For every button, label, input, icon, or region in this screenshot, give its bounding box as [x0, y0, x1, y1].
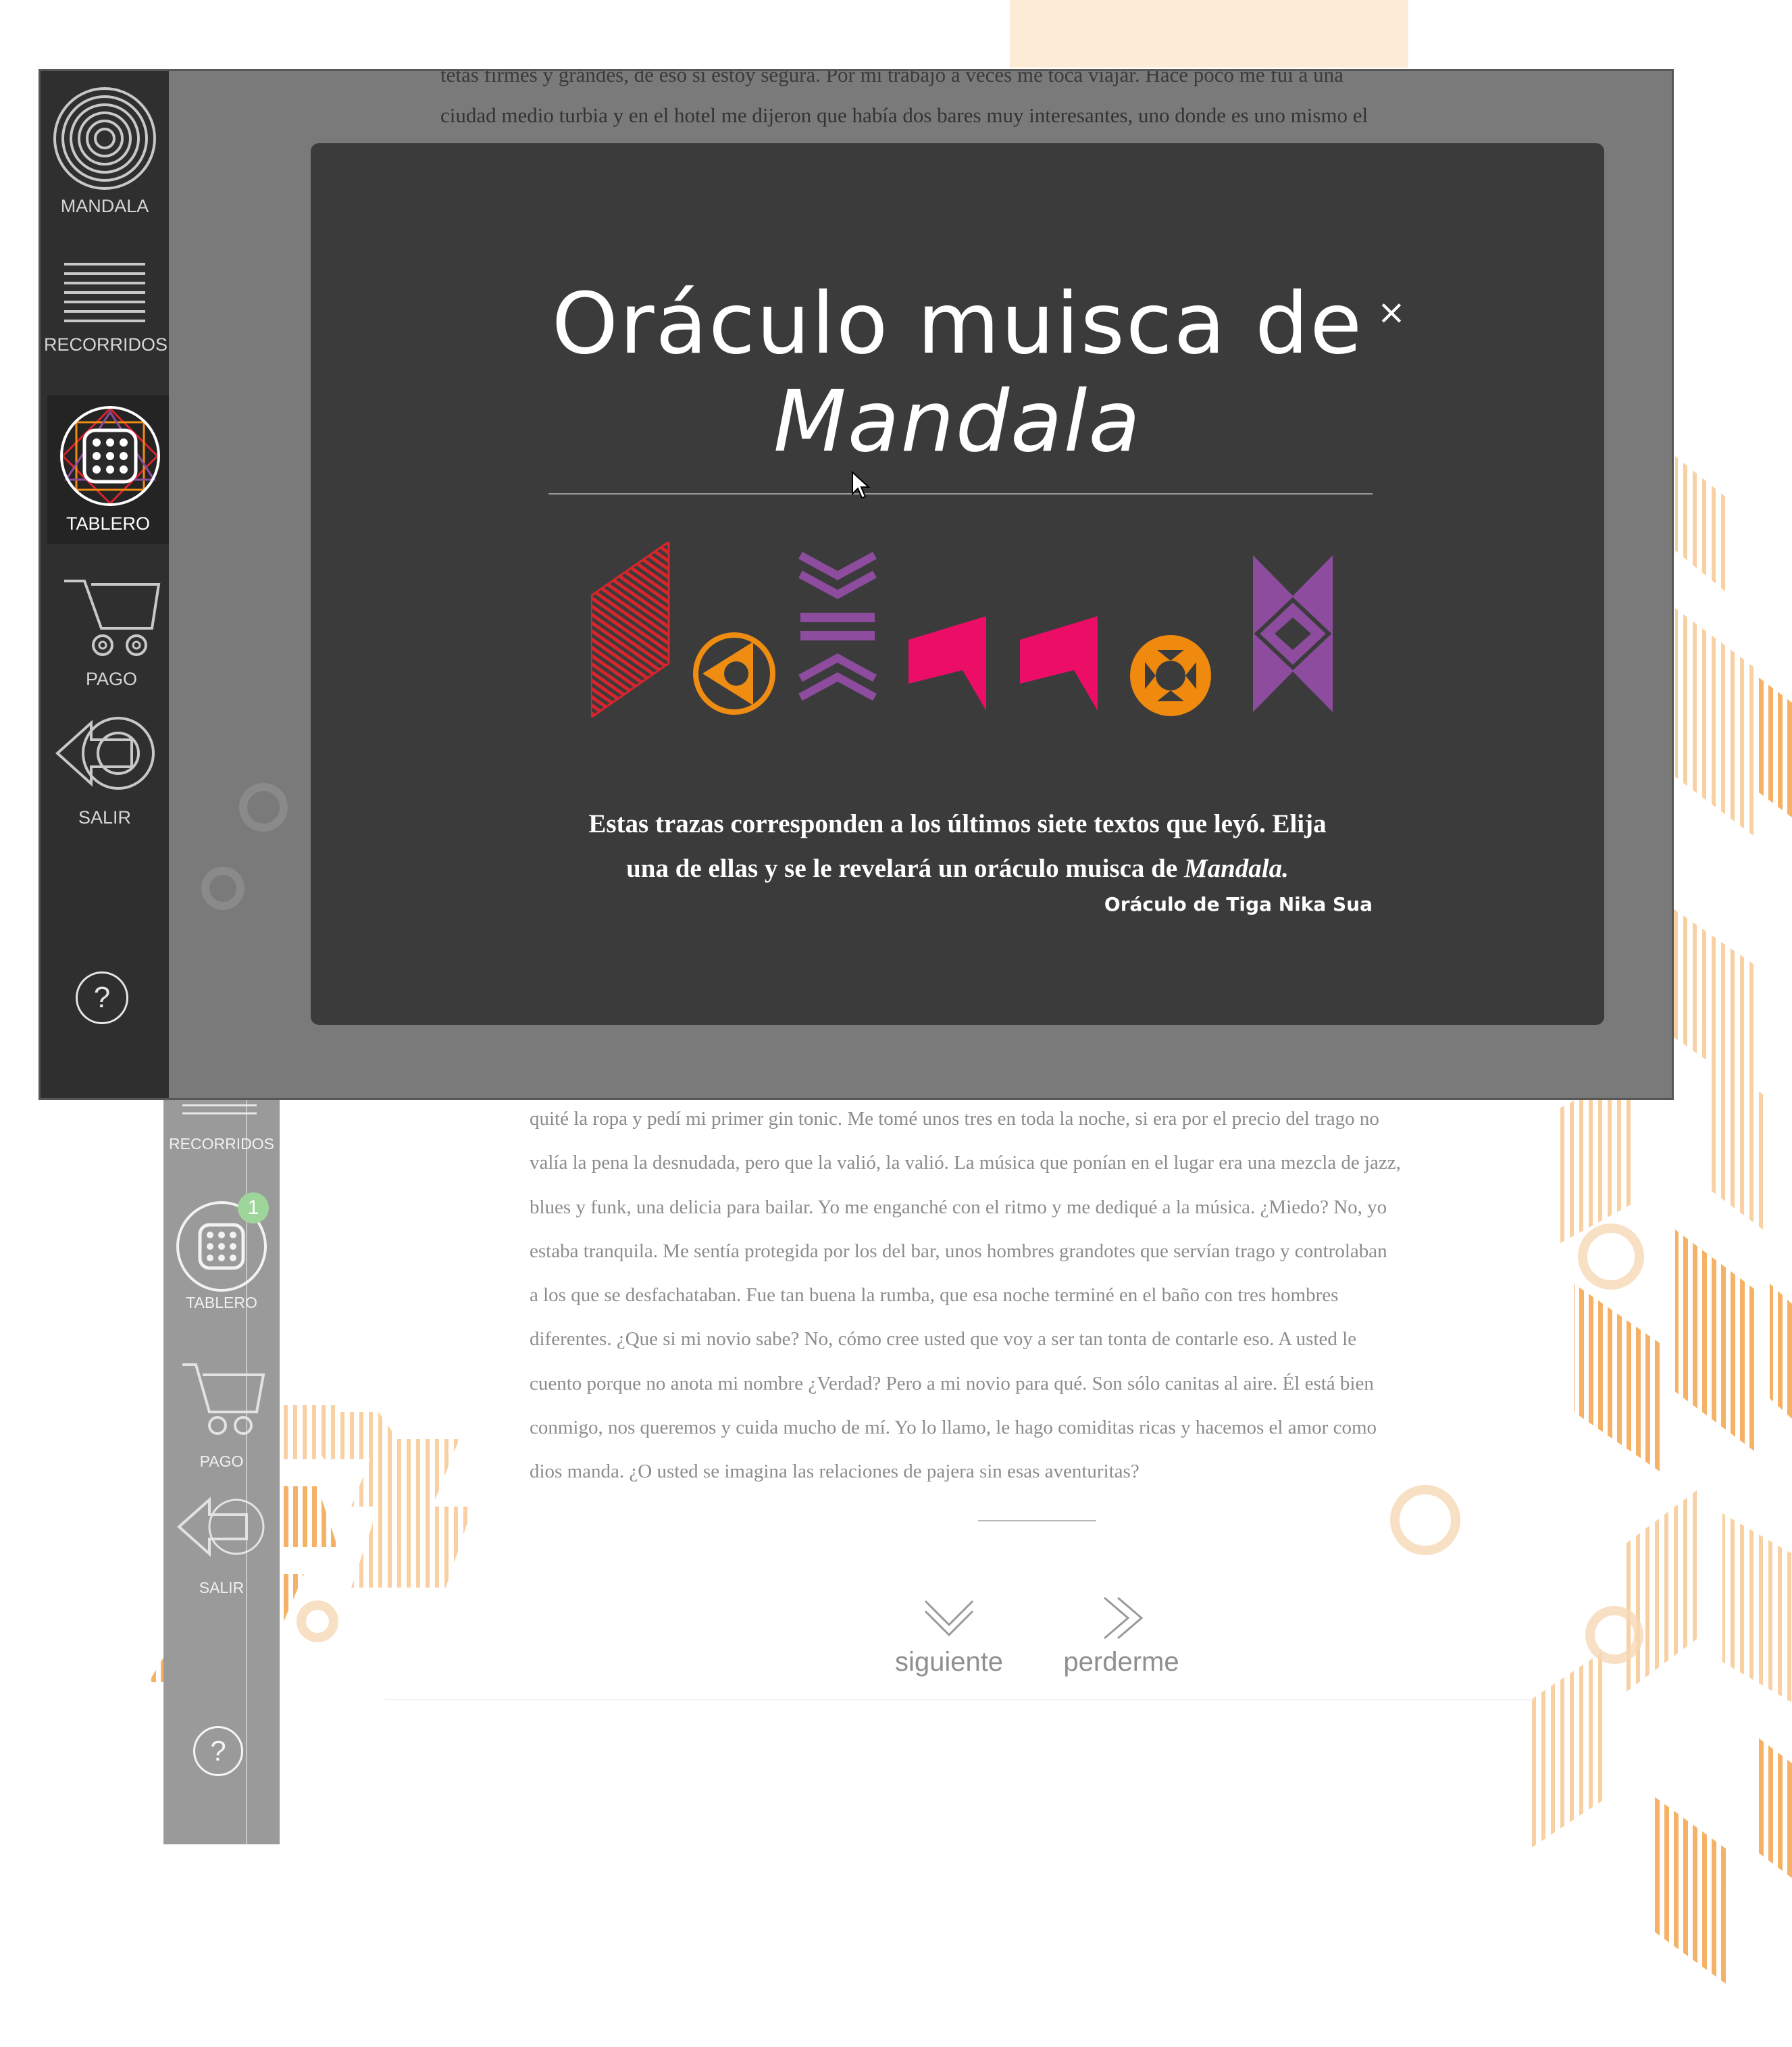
reader-screen: tetas firmes y grandes, de eso sí estoy …: [41, 71, 1672, 1098]
modal-title: Oráculo muisca de Mandala: [311, 275, 1604, 471]
trace-orange-disc[interactable]: [1130, 635, 1211, 716]
close-icon[interactable]: ×: [1375, 295, 1408, 329]
modal-description-line2: una de ellas y se le revelará un oráculo…: [513, 846, 1402, 891]
background-exit-icon[interactable]: [172, 1486, 274, 1567]
recorridos-lines-icon: [64, 263, 145, 322]
sidebar-item-tablero[interactable]: TABLERO: [51, 402, 165, 544]
sidebar-item-pago[interactable]: PAGO: [47, 567, 169, 703]
sidebar-item-label: PAGO: [85, 669, 138, 689]
decorative-faded-circles: [201, 783, 288, 910]
tablero-grid-icon: [60, 406, 160, 506]
article-line: estaba tranquila. Me sentía protegida po…: [530, 1240, 1387, 1262]
oracle-traces: [591, 542, 1333, 717]
modal-description: Estas trazas corresponden a los últimos …: [513, 802, 1402, 891]
background-pago-label[interactable]: PAGO: [163, 1452, 280, 1471]
cart-icon: [64, 580, 161, 656]
chevron-down-icon: [924, 1600, 974, 1637]
background-tablero-label[interactable]: TABLERO: [163, 1294, 280, 1312]
background-recorridos-label[interactable]: RECORRIDOS: [163, 1135, 280, 1153]
sidebar-item-recorridos[interactable]: RECORRIDOS: [44, 260, 168, 375]
sidebar-item-mandala[interactable]: MANDALA: [47, 84, 162, 226]
sidebar-item-label: TABLERO: [66, 513, 151, 534]
sidebar-item-label: SALIR: [78, 807, 132, 828]
background-cart-icon[interactable]: [176, 1351, 270, 1439]
oracle-modal: Oráculo muisca de Mandala × Estas trazas…: [311, 143, 1604, 1025]
trace-pink-bowtie-left[interactable]: [908, 616, 986, 711]
trace-orange-circle-triangle[interactable]: [693, 632, 775, 715]
trace-red-parallelogram[interactable]: [591, 542, 670, 717]
article-line: cuento porque no anota mi nombre ¿Verdad…: [530, 1372, 1374, 1394]
trace-purple-diamond-panel[interactable]: [1253, 555, 1333, 712]
article-line: blues y funk, una delicia para bailar. Y…: [530, 1196, 1387, 1218]
mandala-spiral-icon: [53, 87, 156, 190]
footer-rule: [385, 1699, 1533, 1700]
article-line: dios manda. ¿O usted se imagina las rela…: [530, 1461, 1140, 1483]
modal-credit: Oráculo de Tiga Nika Sua: [1104, 893, 1373, 915]
background-salir-label[interactable]: SALIR: [163, 1579, 280, 1597]
trace-pink-bowtie-right[interactable]: [1020, 616, 1098, 711]
article-line: tetas firmes y grandes, de eso sí estoy …: [440, 71, 1343, 86]
background-recorridos-icon: [182, 1104, 257, 1115]
background-help-button[interactable]: ?: [193, 1726, 243, 1776]
siguiente-button[interactable]: siguiente: [871, 1594, 1027, 1689]
article-line: diferentes. ¿Que si mi novio sabe? No, c…: [530, 1328, 1357, 1350]
perderme-button[interactable]: perderme: [1040, 1594, 1202, 1689]
article-line: quité la ropa y pedí mi primer gin tonic…: [530, 1108, 1379, 1130]
article-line: conmigo, nos queremos y cuida mucho de m…: [530, 1417, 1377, 1439]
modal-title-line2: Mandala: [773, 373, 1142, 471]
perderme-label: perderme: [1063, 1647, 1179, 1677]
modal-description-line2-em: Mandala.: [1183, 854, 1289, 883]
help-button[interactable]: ?: [76, 971, 128, 1024]
mouse-cursor-icon: [852, 471, 871, 499]
sidebar-item-label: MANDALA: [60, 196, 149, 216]
modal-title-line1: Oráculo muisca de: [551, 275, 1364, 373]
modal-title-divider: [548, 493, 1373, 495]
modal-description-line2-text: una de ellas y se le revelará un oráculo…: [626, 854, 1184, 883]
chevron-right-icon: [1104, 1596, 1144, 1640]
article-line: a los que se desfachataban. Fue tan buen…: [530, 1284, 1339, 1307]
sidebar-item-salir[interactable]: SALIR: [47, 709, 169, 834]
tablero-notification-badge: 1: [238, 1192, 269, 1223]
article-end-divider: [978, 1520, 1096, 1521]
trace-purple-chevrons[interactable]: [798, 551, 877, 701]
sidebar-item-label: RECORRIDOS: [44, 334, 168, 355]
siguiente-label: siguiente: [894, 1647, 1004, 1677]
article-line: ciudad medio turbia y en el hotel me dij…: [440, 103, 1368, 127]
exit-arrow-icon: [55, 717, 155, 790]
article-body: quité la ropa y pedí mi primer gin tonic…: [530, 1097, 1543, 1494]
modal-description-line1: Estas trazas corresponden a los últimos …: [588, 809, 1327, 838]
article-line: valía la pena la desnudada, pero que la …: [530, 1152, 1401, 1174]
